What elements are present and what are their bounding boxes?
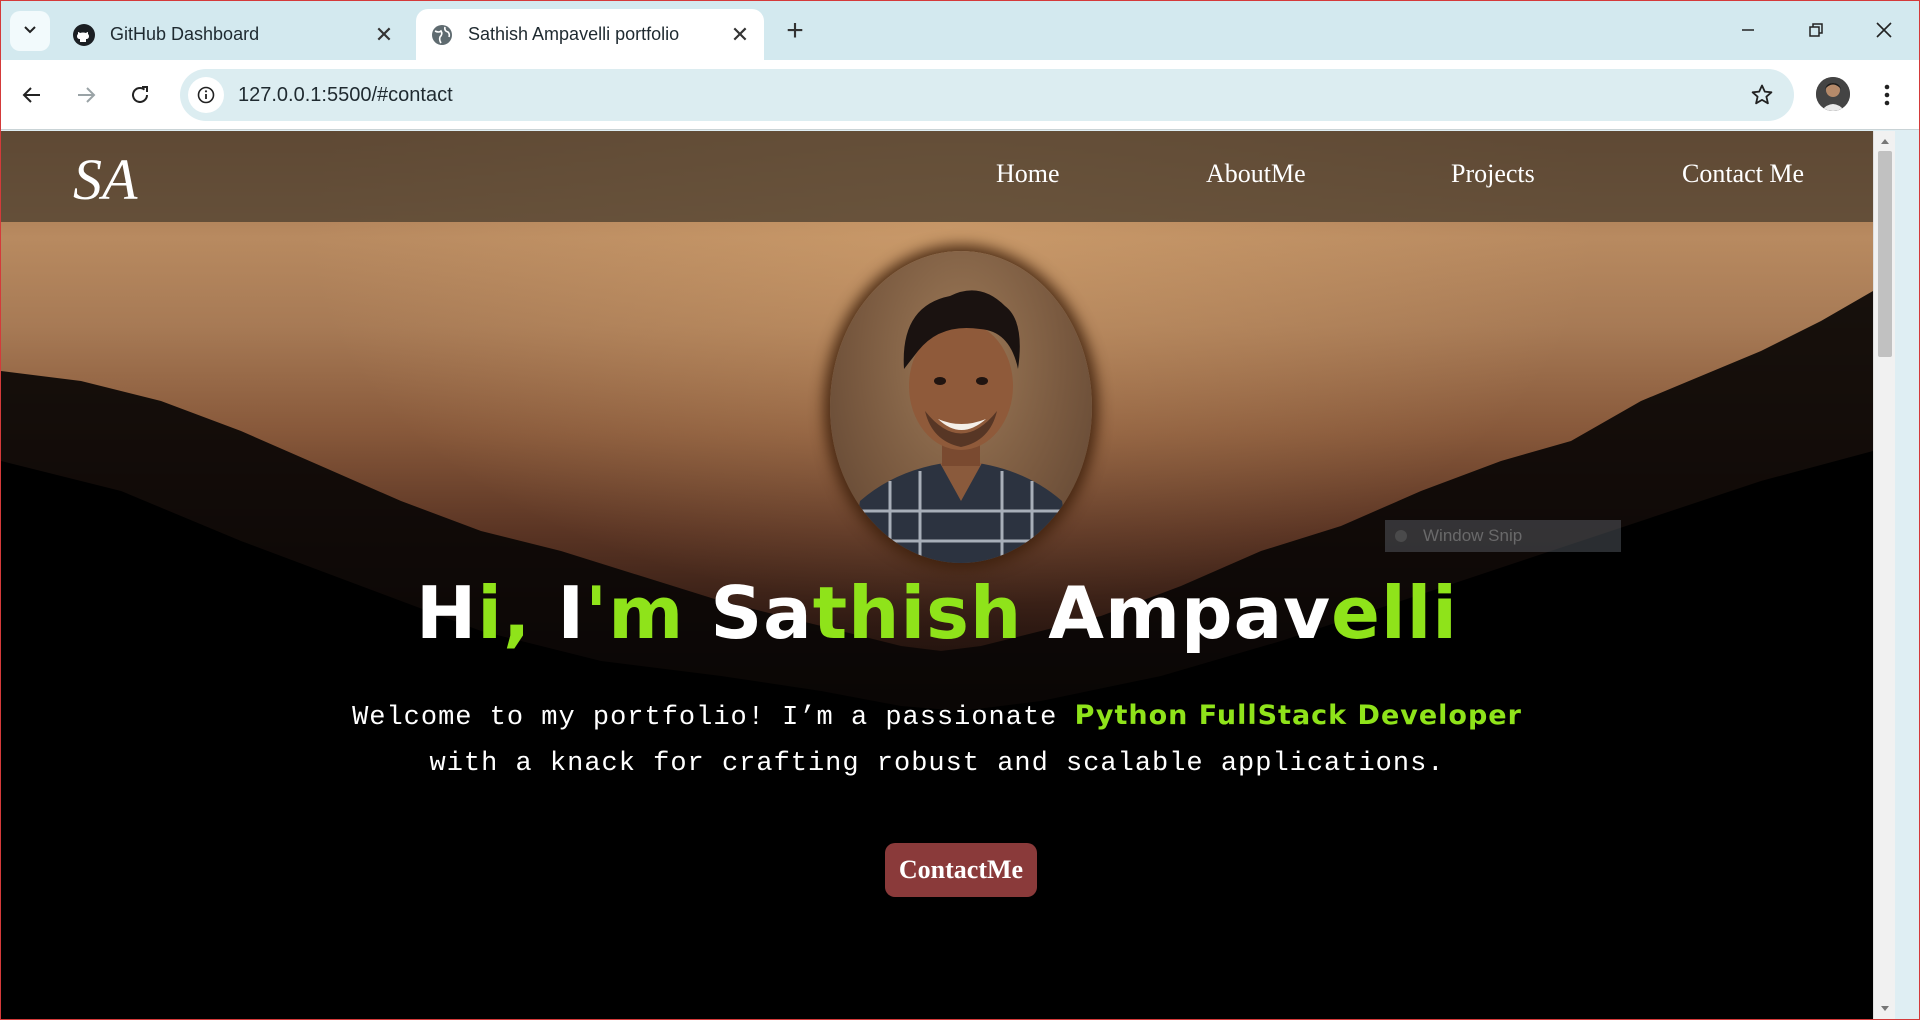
tab-title: Sathish Ampavelli portfolio [468, 24, 680, 44]
close-icon[interactable]: ✕ [726, 21, 754, 49]
chevron-down-icon [22, 21, 38, 42]
url-text[interactable]: 127.0.0.1:5500/#contact [238, 84, 1744, 107]
page-viewport: SA Home AboutMe Projects Contact Me Hi, … [1, 131, 1895, 1019]
bookmark-button[interactable] [1744, 77, 1780, 113]
hero-heading-part: H [416, 571, 478, 655]
profile-photo [830, 251, 1092, 563]
close-window-button[interactable] [1864, 12, 1904, 48]
arrow-right-icon [78, 87, 96, 103]
restore-button[interactable] [1796, 12, 1836, 48]
hero-heading: Hi, I'm Sathish Ampavelli [1, 571, 1873, 655]
reload-button[interactable] [122, 77, 158, 113]
minimize-button[interactable] [1728, 12, 1768, 48]
hero-heading-part: elli [1331, 571, 1458, 655]
github-icon [72, 23, 96, 47]
tab-github-dashboard[interactable]: GitHub Dashboard ✕ [58, 9, 408, 60]
page-scrollbar[interactable] [1873, 131, 1895, 1019]
new-tab-button[interactable]: + [780, 14, 810, 47]
close-icon [1876, 22, 1892, 38]
hero-heading-part: Ampav [1022, 571, 1332, 655]
nav-link-projects[interactable]: Projects [1451, 159, 1535, 189]
close-icon[interactable]: ✕ [370, 21, 398, 49]
logo-text: SA [73, 147, 138, 211]
contactme-button[interactable]: ContactMe [885, 843, 1037, 897]
nav-link-aboutme[interactable]: AboutMe [1206, 159, 1306, 189]
hero-heading-part: i, [477, 571, 558, 655]
address-bar[interactable]: 127.0.0.1:5500/#contact [180, 69, 1794, 121]
record-dot-icon [1395, 530, 1407, 542]
profile-avatar[interactable] [1816, 77, 1850, 111]
arrow-left-icon [22, 87, 40, 103]
person-portrait [850, 290, 1072, 563]
sa-logo[interactable]: SA [71, 145, 143, 211]
tab-title: GitHub Dashboard [110, 24, 260, 44]
restore-icon [1809, 23, 1823, 37]
back-button[interactable] [14, 77, 50, 113]
tab-strip: GitHub Dashboard ✕ Sathish Ampavelli por… [0, 0, 1920, 60]
hero-heading-part: thish [812, 571, 1023, 655]
minimize-icon [1742, 29, 1754, 31]
site-navbar: SA Home AboutMe Projects Contact Me [1, 131, 1873, 222]
scroll-thumb[interactable] [1878, 151, 1892, 357]
window-snip-overlay: Window Snip [1385, 520, 1621, 552]
intro-text: Welcome to my portfolio! I’m a passionat… [352, 703, 1075, 733]
scroll-up-arrow-icon[interactable] [1879, 135, 1891, 147]
hero-intro: Welcome to my portfolio! I’m a passionat… [1, 693, 1873, 787]
tab-portfolio[interactable]: Sathish Ampavelli portfolio ✕ [416, 9, 764, 60]
window-snip-label: Window Snip [1423, 526, 1523, 545]
hero-heading-part: 'm [585, 571, 711, 655]
hero-heading-part: Sa [710, 571, 813, 655]
forward-button[interactable] [68, 77, 104, 113]
avatar-icon [1816, 77, 1850, 111]
tab-search-button[interactable] [10, 11, 50, 51]
intro-text-line2: with a knack for crafting robust and sca… [429, 749, 1445, 779]
reload-icon [132, 86, 148, 103]
more-vert-icon [1884, 84, 1890, 106]
globe-icon [430, 23, 454, 47]
info-icon [197, 86, 215, 104]
browser-toolbar: 127.0.0.1:5500/#contact [0, 60, 1920, 130]
hero-heading-part: I [557, 571, 586, 655]
nav-link-contact[interactable]: Contact Me [1682, 159, 1804, 189]
browser-menu-button[interactable] [1870, 77, 1904, 113]
nav-link-home[interactable]: Home [996, 159, 1060, 189]
site-info-button[interactable] [188, 77, 224, 113]
scroll-down-arrow-icon[interactable] [1879, 1003, 1891, 1015]
intro-highlight: Python FullStack Developer [1074, 700, 1522, 731]
star-icon [1751, 84, 1773, 105]
